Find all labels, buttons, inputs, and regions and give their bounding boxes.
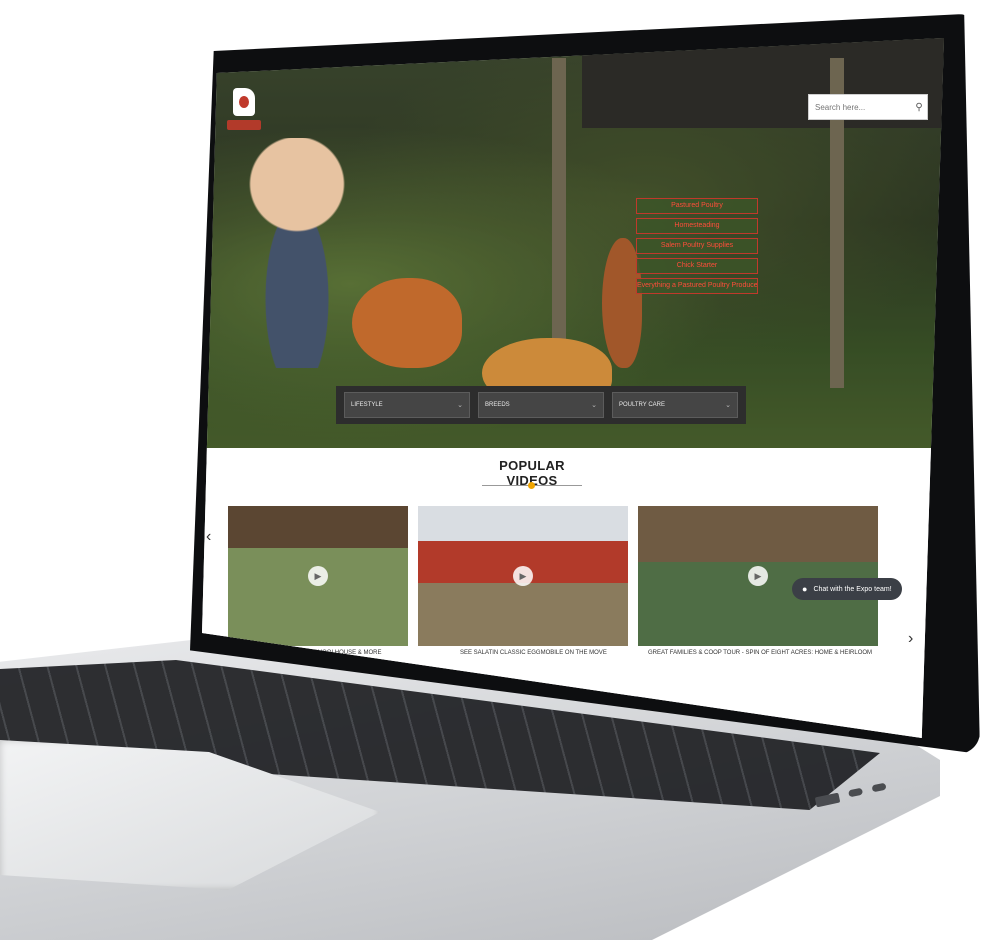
filter-bar: LIFESTYLE ⌄ BREEDS ⌄ POULTRY CARE ⌄ (336, 386, 746, 424)
play-icon[interactable]: ▶ (513, 566, 533, 586)
chevron-down-icon: ⌄ (591, 402, 597, 409)
hero-photo-hen (352, 278, 462, 368)
play-icon[interactable]: ▶ (308, 566, 328, 586)
hero-photo-child (242, 138, 352, 368)
hero-menu-item[interactable]: Salem Poultry Supplies (636, 238, 758, 254)
search-box: ⚲ (808, 94, 928, 120)
filter-breeds-select[interactable]: BREEDS ⌄ (478, 392, 604, 418)
site-logo[interactable] (226, 88, 262, 152)
title-divider-dot-icon (528, 482, 535, 489)
video-card[interactable]: ▶ (228, 506, 408, 646)
logo-wordmark (227, 120, 261, 130)
chat-icon: ● (802, 584, 808, 594)
hero-menu-item[interactable]: Homesteading (636, 218, 758, 234)
filter-label: LIFESTYLE (351, 402, 383, 408)
video-caption[interactable]: GREAT FAMILIES & COOP TOUR - SPIN OF EIG… (648, 650, 872, 656)
hero-menu-item[interactable]: Everything a Pastured Poultry Producer..… (636, 278, 758, 294)
hero-menu-item[interactable]: Pastured Poultry (636, 198, 758, 214)
usb-c-port (848, 787, 864, 798)
filter-label: POULTRY CARE (619, 402, 666, 408)
video-card[interactable]: ▶ (418, 506, 628, 646)
chevron-down-icon: ⌄ (725, 402, 731, 409)
video-caption[interactable]: SEE SALATIN CLASSIC EGGMOBILE ON THE MOV… (460, 650, 607, 656)
headphone-port (871, 782, 887, 793)
hero-menu: Pastured Poultry Homesteading Salem Poul… (636, 198, 758, 294)
search-icon[interactable]: ⚲ (911, 102, 927, 113)
filter-label: BREEDS (485, 402, 510, 408)
chevron-down-icon: ⌄ (457, 402, 463, 409)
play-icon[interactable]: ▶ (748, 566, 768, 586)
logo-mark (233, 88, 255, 116)
video-card[interactable]: ▶ (638, 506, 878, 646)
website-screen: ⚲ Pastured Poultry Homesteading Salem Po… (202, 38, 944, 738)
filter-lifestyle-select[interactable]: LIFESTYLE ⌄ (344, 392, 470, 418)
hero-menu-item[interactable]: Chick Starter (636, 258, 758, 274)
filter-poultry-care-select[interactable]: POULTRY CARE ⌄ (612, 392, 738, 418)
chevron-left-icon[interactable]: ‹ (206, 528, 211, 546)
search-input[interactable] (809, 102, 911, 112)
chat-label: Chat with the Expo team! (813, 585, 892, 593)
chat-button[interactable]: ● Chat with the Expo team! (792, 578, 902, 600)
